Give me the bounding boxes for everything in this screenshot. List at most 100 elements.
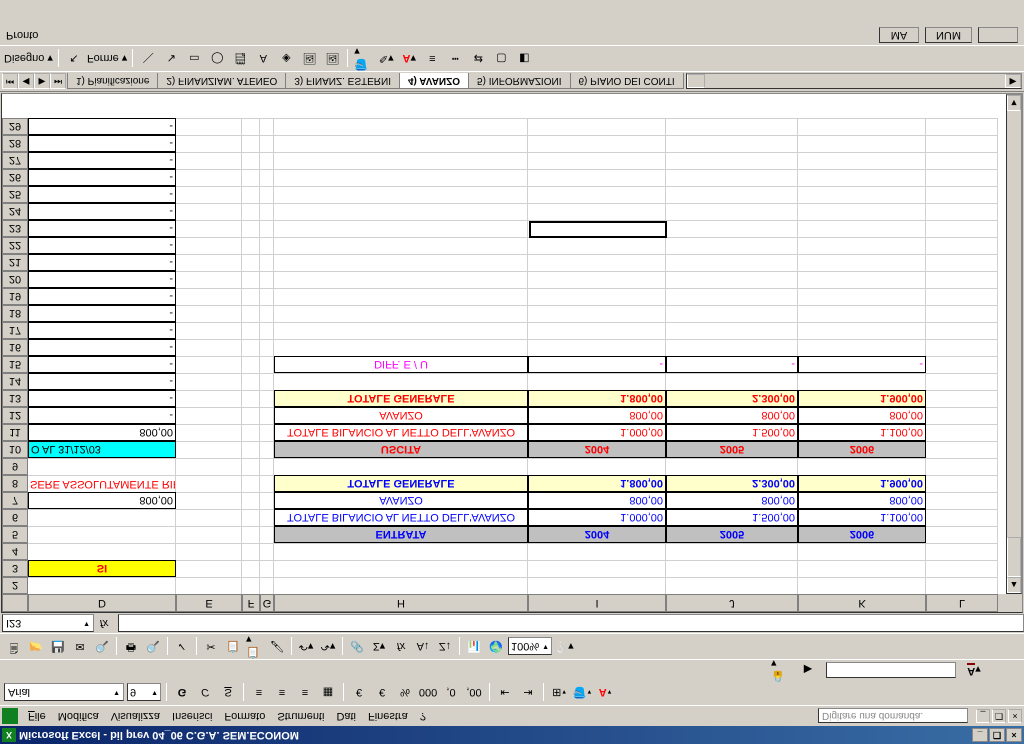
cell[interactable] <box>242 118 260 135</box>
cell[interactable]: - <box>28 135 176 152</box>
row-header[interactable]: 11 <box>2 424 28 441</box>
cell[interactable] <box>274 543 528 560</box>
cell[interactable] <box>260 237 274 254</box>
cell[interactable] <box>176 492 242 509</box>
cell[interactable] <box>242 271 260 288</box>
cell[interactable] <box>176 475 242 492</box>
cell[interactable] <box>926 135 998 152</box>
menu-strumenti[interactable]: Strumenti <box>271 708 330 724</box>
cell[interactable] <box>926 373 998 390</box>
cell[interactable] <box>260 560 274 577</box>
align-center-button[interactable]: ≡ <box>272 683 292 703</box>
cell[interactable] <box>242 441 260 458</box>
cell[interactable] <box>528 118 666 135</box>
cell[interactable] <box>274 135 528 152</box>
cell[interactable] <box>528 373 666 390</box>
cell[interactable] <box>274 220 528 237</box>
cell[interactable] <box>926 288 998 305</box>
cell[interactable]: 2004 <box>528 441 666 458</box>
cell[interactable] <box>666 373 798 390</box>
cell[interactable] <box>666 186 798 203</box>
cell[interactable] <box>666 169 798 186</box>
row-header[interactable]: 7 <box>2 492 28 509</box>
3d-icon[interactable]: ◧ <box>514 49 534 69</box>
cell[interactable]: 1.100,00 <box>798 509 926 526</box>
cell[interactable] <box>242 492 260 509</box>
open-button[interactable]: 📂 <box>26 637 46 657</box>
sort-desc-button[interactable]: Z↓ <box>435 637 455 657</box>
cell[interactable] <box>274 458 528 475</box>
row-header[interactable]: 27 <box>2 152 28 169</box>
cell[interactable]: - <box>798 356 926 373</box>
decrease-indent-button[interactable]: ⇤ <box>495 683 515 703</box>
formula-bar[interactable] <box>118 615 1024 633</box>
menu-modifica[interactable]: Modifica <box>52 708 105 724</box>
cell[interactable]: O AL 31/12/03 <box>28 441 176 458</box>
cell[interactable]: TOTALE GENERALE <box>274 475 528 492</box>
cell[interactable]: - <box>28 203 176 220</box>
cell[interactable] <box>176 135 242 152</box>
cell[interactable] <box>528 458 666 475</box>
cell[interactable]: 800,00 <box>528 407 666 424</box>
col-header[interactable]: E <box>176 594 242 612</box>
cell[interactable] <box>666 135 798 152</box>
sheet-tab[interactable]: 1) Pianificazione <box>67 74 158 90</box>
cell[interactable] <box>176 543 242 560</box>
row-header[interactable]: 13 <box>2 390 28 407</box>
cell[interactable] <box>798 560 926 577</box>
cell[interactable]: 1.500,00 <box>666 509 798 526</box>
fill-color-button[interactable]: 🪣▾ <box>572 683 592 703</box>
cell[interactable] <box>926 118 998 135</box>
cell[interactable] <box>260 220 274 237</box>
cell[interactable] <box>274 203 528 220</box>
row-header[interactable]: 3 <box>2 560 28 577</box>
cell[interactable] <box>798 373 926 390</box>
cell[interactable] <box>798 220 926 237</box>
cell[interactable] <box>926 407 998 424</box>
workbook-icon[interactable] <box>2 708 18 724</box>
cell[interactable] <box>242 152 260 169</box>
search-button[interactable]: 🔍 <box>92 637 112 657</box>
tab-nav-first[interactable]: ⏮ <box>2 74 18 90</box>
restore-button[interactable]: ❐ <box>989 728 1005 742</box>
cell[interactable] <box>274 577 528 594</box>
doc-close-button[interactable]: × <box>1008 709 1022 723</box>
cell[interactable] <box>798 543 926 560</box>
cell[interactable]: 1.900,00 <box>798 390 926 407</box>
cell[interactable] <box>260 424 274 441</box>
zoom-combo[interactable]: 100%▼ <box>508 638 552 656</box>
cell[interactable] <box>926 220 998 237</box>
cell[interactable] <box>260 492 274 509</box>
cell[interactable] <box>666 203 798 220</box>
cell[interactable] <box>260 203 274 220</box>
merge-center-button[interactable]: ▦ <box>318 683 338 703</box>
cell[interactable] <box>528 543 666 560</box>
cell[interactable]: - <box>28 288 176 305</box>
forme-menu[interactable]: Forme ▾ <box>87 52 127 65</box>
cell[interactable]: - <box>28 152 176 169</box>
cell[interactable] <box>926 492 998 509</box>
cell[interactable] <box>28 543 176 560</box>
ask-question-box[interactable]: Digitare una domanda. <box>818 709 968 724</box>
increase-decimal-button[interactable]: ,0 <box>441 683 461 703</box>
cell[interactable] <box>176 169 242 186</box>
cell[interactable] <box>528 254 666 271</box>
cell[interactable] <box>242 509 260 526</box>
cell[interactable] <box>666 237 798 254</box>
cell[interactable] <box>176 118 242 135</box>
row-header[interactable]: 22 <box>2 237 28 254</box>
select-all-corner[interactable] <box>2 594 28 612</box>
cell[interactable] <box>798 169 926 186</box>
row-header[interactable]: 21 <box>2 254 28 271</box>
hscroll-right-button[interactable]: ▶ <box>1005 75 1021 89</box>
cell[interactable] <box>798 152 926 169</box>
cell[interactable] <box>176 322 242 339</box>
cell[interactable] <box>926 152 998 169</box>
cell[interactable]: TOTALE GENERALE <box>274 390 528 407</box>
scroll-down-button[interactable]: ▼ <box>1007 95 1021 111</box>
fill-color-icon[interactable]: 🪣▾ <box>353 49 373 69</box>
cell[interactable] <box>242 424 260 441</box>
cell[interactable]: 1.900,00 <box>798 475 926 492</box>
row-header[interactable]: 15 <box>2 356 28 373</box>
menu-inserisci[interactable]: Inserisci <box>166 708 218 724</box>
